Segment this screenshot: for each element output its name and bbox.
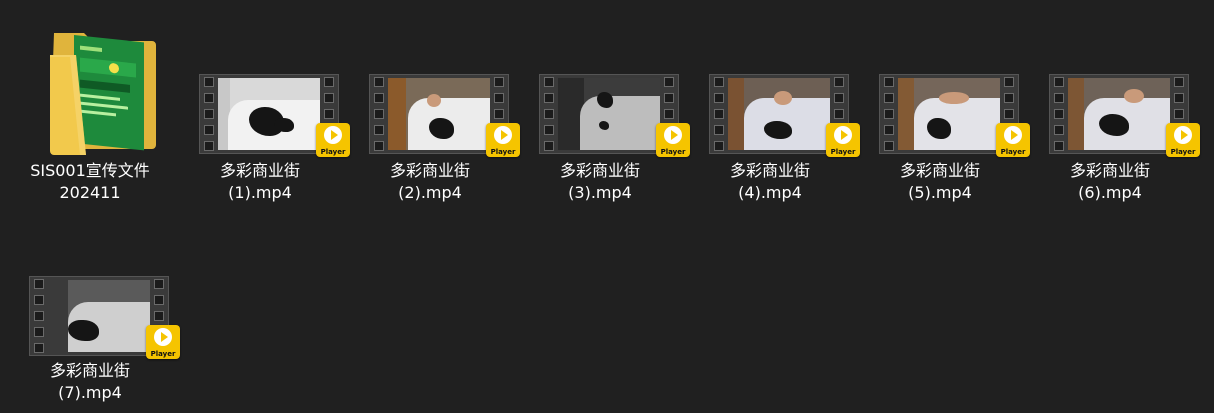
video-file-item[interactable]: Player 多彩商业街 (6).mp4 [1035, 5, 1200, 202]
video-name-label: 多彩商业街 (4).mp4 [729, 161, 810, 202]
player-badge-icon: Player [656, 123, 690, 157]
player-badge-icon: Player [996, 123, 1030, 157]
video-file-icon: Player [1035, 5, 1200, 157]
film-strip: Player [369, 74, 520, 157]
video-file-icon: Player [865, 5, 1030, 157]
video-file-icon: Player [15, 205, 180, 359]
video-thumbnail [218, 78, 320, 150]
film-strip: Player [29, 276, 180, 359]
video-thumbnail [728, 78, 830, 150]
player-badge-icon: Player [146, 325, 180, 359]
folder-icon [15, 5, 165, 155]
video-file-item[interactable]: Player 多彩商业街 (2).mp4 [355, 5, 520, 202]
video-thumbnail [1068, 78, 1170, 150]
video-file-item[interactable]: Player 多彩商业街 (1).mp4 [185, 5, 350, 202]
video-file-icon: Player [525, 5, 690, 157]
folder-item[interactable]: SIS001宣传文件 202411 [15, 5, 165, 202]
video-file-icon: Player [355, 5, 520, 157]
video-thumbnail [898, 78, 1000, 150]
video-file-item[interactable]: Player 多彩商业街 (3).mp4 [525, 5, 690, 202]
video-file-item[interactable]: Player 多彩商业街 (4).mp4 [695, 5, 860, 202]
video-file-item[interactable]: Player 多彩商业街 (7).mp4 [15, 205, 180, 402]
video-file-icon: Player [695, 5, 860, 157]
film-strip: Player [709, 74, 860, 157]
video-name-label: 多彩商业街 (1).mp4 [219, 161, 300, 202]
film-strip: Player [1049, 74, 1200, 157]
video-file-icon: Player [185, 5, 350, 157]
player-badge-icon: Player [316, 123, 350, 157]
player-badge-icon: Player [826, 123, 860, 157]
video-name-label: 多彩商业街 (6).mp4 [1069, 161, 1150, 202]
player-badge-icon: Player [486, 123, 520, 157]
video-thumbnail [388, 78, 490, 150]
video-name-label: 多彩商业街 (3).mp4 [559, 161, 640, 202]
film-strip: Player [539, 74, 690, 157]
video-name-label: 多彩商业街 (2).mp4 [389, 161, 470, 202]
player-badge-icon: Player [1166, 123, 1200, 157]
film-strip: Player [879, 74, 1030, 157]
video-name-label: 多彩商业街 (5).mp4 [899, 161, 980, 202]
video-name-label: 多彩商业街 (7).mp4 [49, 361, 130, 402]
video-file-item[interactable]: Player 多彩商业街 (5).mp4 [865, 5, 1030, 202]
film-strip: Player [199, 74, 350, 157]
file-grid: SIS001宣传文件 202411 Player 多彩商业街 (1).mp4 P… [0, 0, 1214, 413]
video-thumbnail [48, 280, 150, 352]
video-thumbnail [558, 78, 660, 150]
folder-name-label: SIS001宣传文件 202411 [30, 161, 150, 202]
